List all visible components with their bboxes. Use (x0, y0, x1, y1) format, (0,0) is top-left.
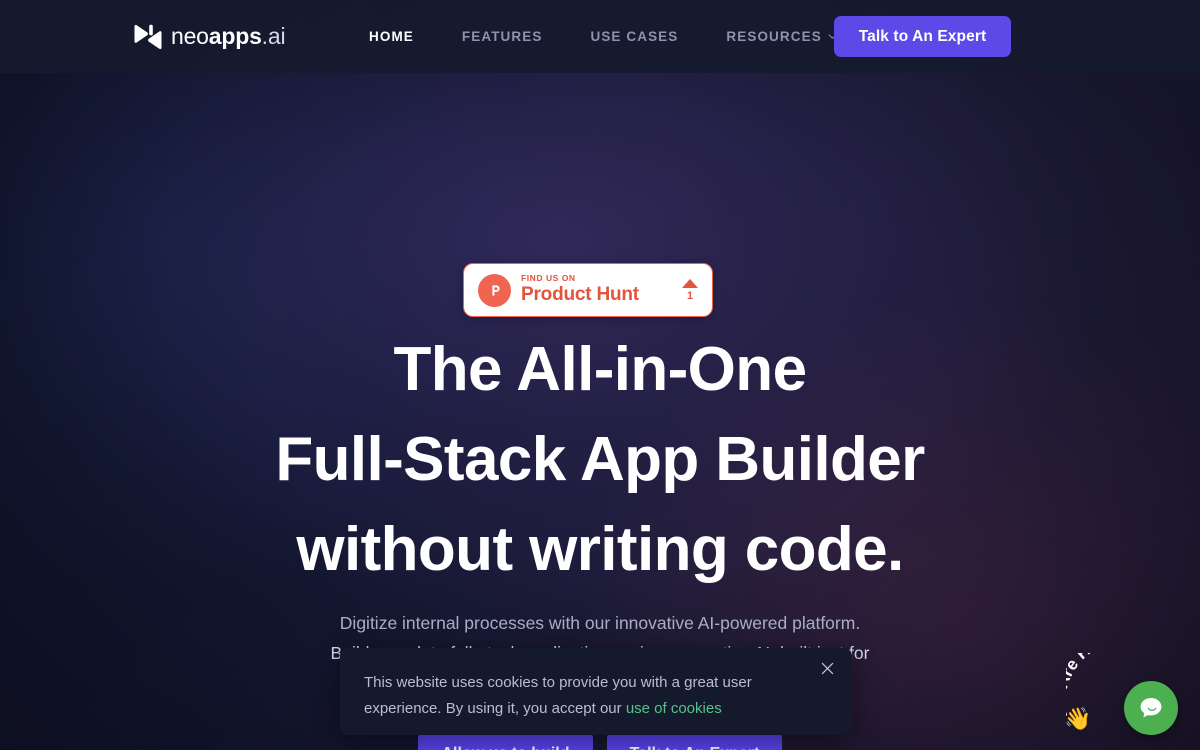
chat-bubble-button[interactable] (1124, 681, 1178, 735)
nav-item-home[interactable]: HOME (369, 19, 414, 54)
product-hunt-kicker: FIND US ON (521, 273, 576, 284)
brand-name: neoapps.ai (171, 23, 286, 49)
cookie-close-button[interactable] (814, 655, 840, 681)
nav-label-home: HOME (369, 29, 414, 44)
cookie-text: This website uses cookies to provide you… (364, 670, 784, 722)
headline-line-3: without writing code. (296, 515, 904, 584)
hero-headline: The All-in-One Full-Stack App Builder wi… (0, 325, 1200, 595)
close-icon (821, 662, 833, 674)
product-hunt-texts: FIND US ON Product Hunt (521, 274, 676, 305)
nav-label-features: FEATURES (461, 29, 543, 44)
chat-bubble-icon (1140, 698, 1162, 718)
use-of-cookies-link[interactable]: use of cookies (626, 700, 722, 717)
nav-item-use-cases[interactable]: USE CASES (590, 19, 678, 54)
nav-label-use-cases: USE CASES (590, 29, 679, 44)
headline-line-2: Full-Stack App Builder (275, 425, 925, 494)
cookie-consent-banner: This website uses cookies to provide you… (340, 648, 852, 735)
headline-line-1: The All-in-One (393, 335, 808, 404)
page-root: neoapps.ai HOME FEATURES USE CASES RESOU… (0, 0, 1200, 750)
nav-item-resources[interactable]: RESOURCES (726, 19, 837, 54)
product-hunt-upvote[interactable]: 1 (676, 278, 698, 302)
nav-item-features[interactable]: FEATURES (462, 19, 543, 54)
product-hunt-badge[interactable]: FIND US ON Product Hunt 1 (463, 263, 713, 317)
brand-logo[interactable]: neoapps.ai (133, 23, 286, 50)
upvote-count: 1 (686, 289, 694, 302)
product-hunt-p-icon (478, 273, 511, 307)
main-nav: HOME FEATURES USE CASES RESOURCES (369, 19, 885, 54)
waving-hand-icon: 👋 (1064, 706, 1092, 731)
site-header: neoapps.ai HOME FEATURES USE CASES RESOU… (0, 0, 1200, 73)
subhead-line-1: Digitize internal processes with our inn… (339, 613, 861, 633)
nav-label-resources: RESOURCES (726, 29, 822, 44)
chat-widget: We Are Here! 👋 (1056, 632, 1186, 742)
product-hunt-title: Product Hunt (521, 283, 639, 305)
upvote-triangle-icon (682, 278, 698, 288)
header-talk-to-expert-button[interactable]: Talk to An Expert (834, 16, 1011, 57)
neoapps-play-mark-icon (134, 24, 162, 49)
